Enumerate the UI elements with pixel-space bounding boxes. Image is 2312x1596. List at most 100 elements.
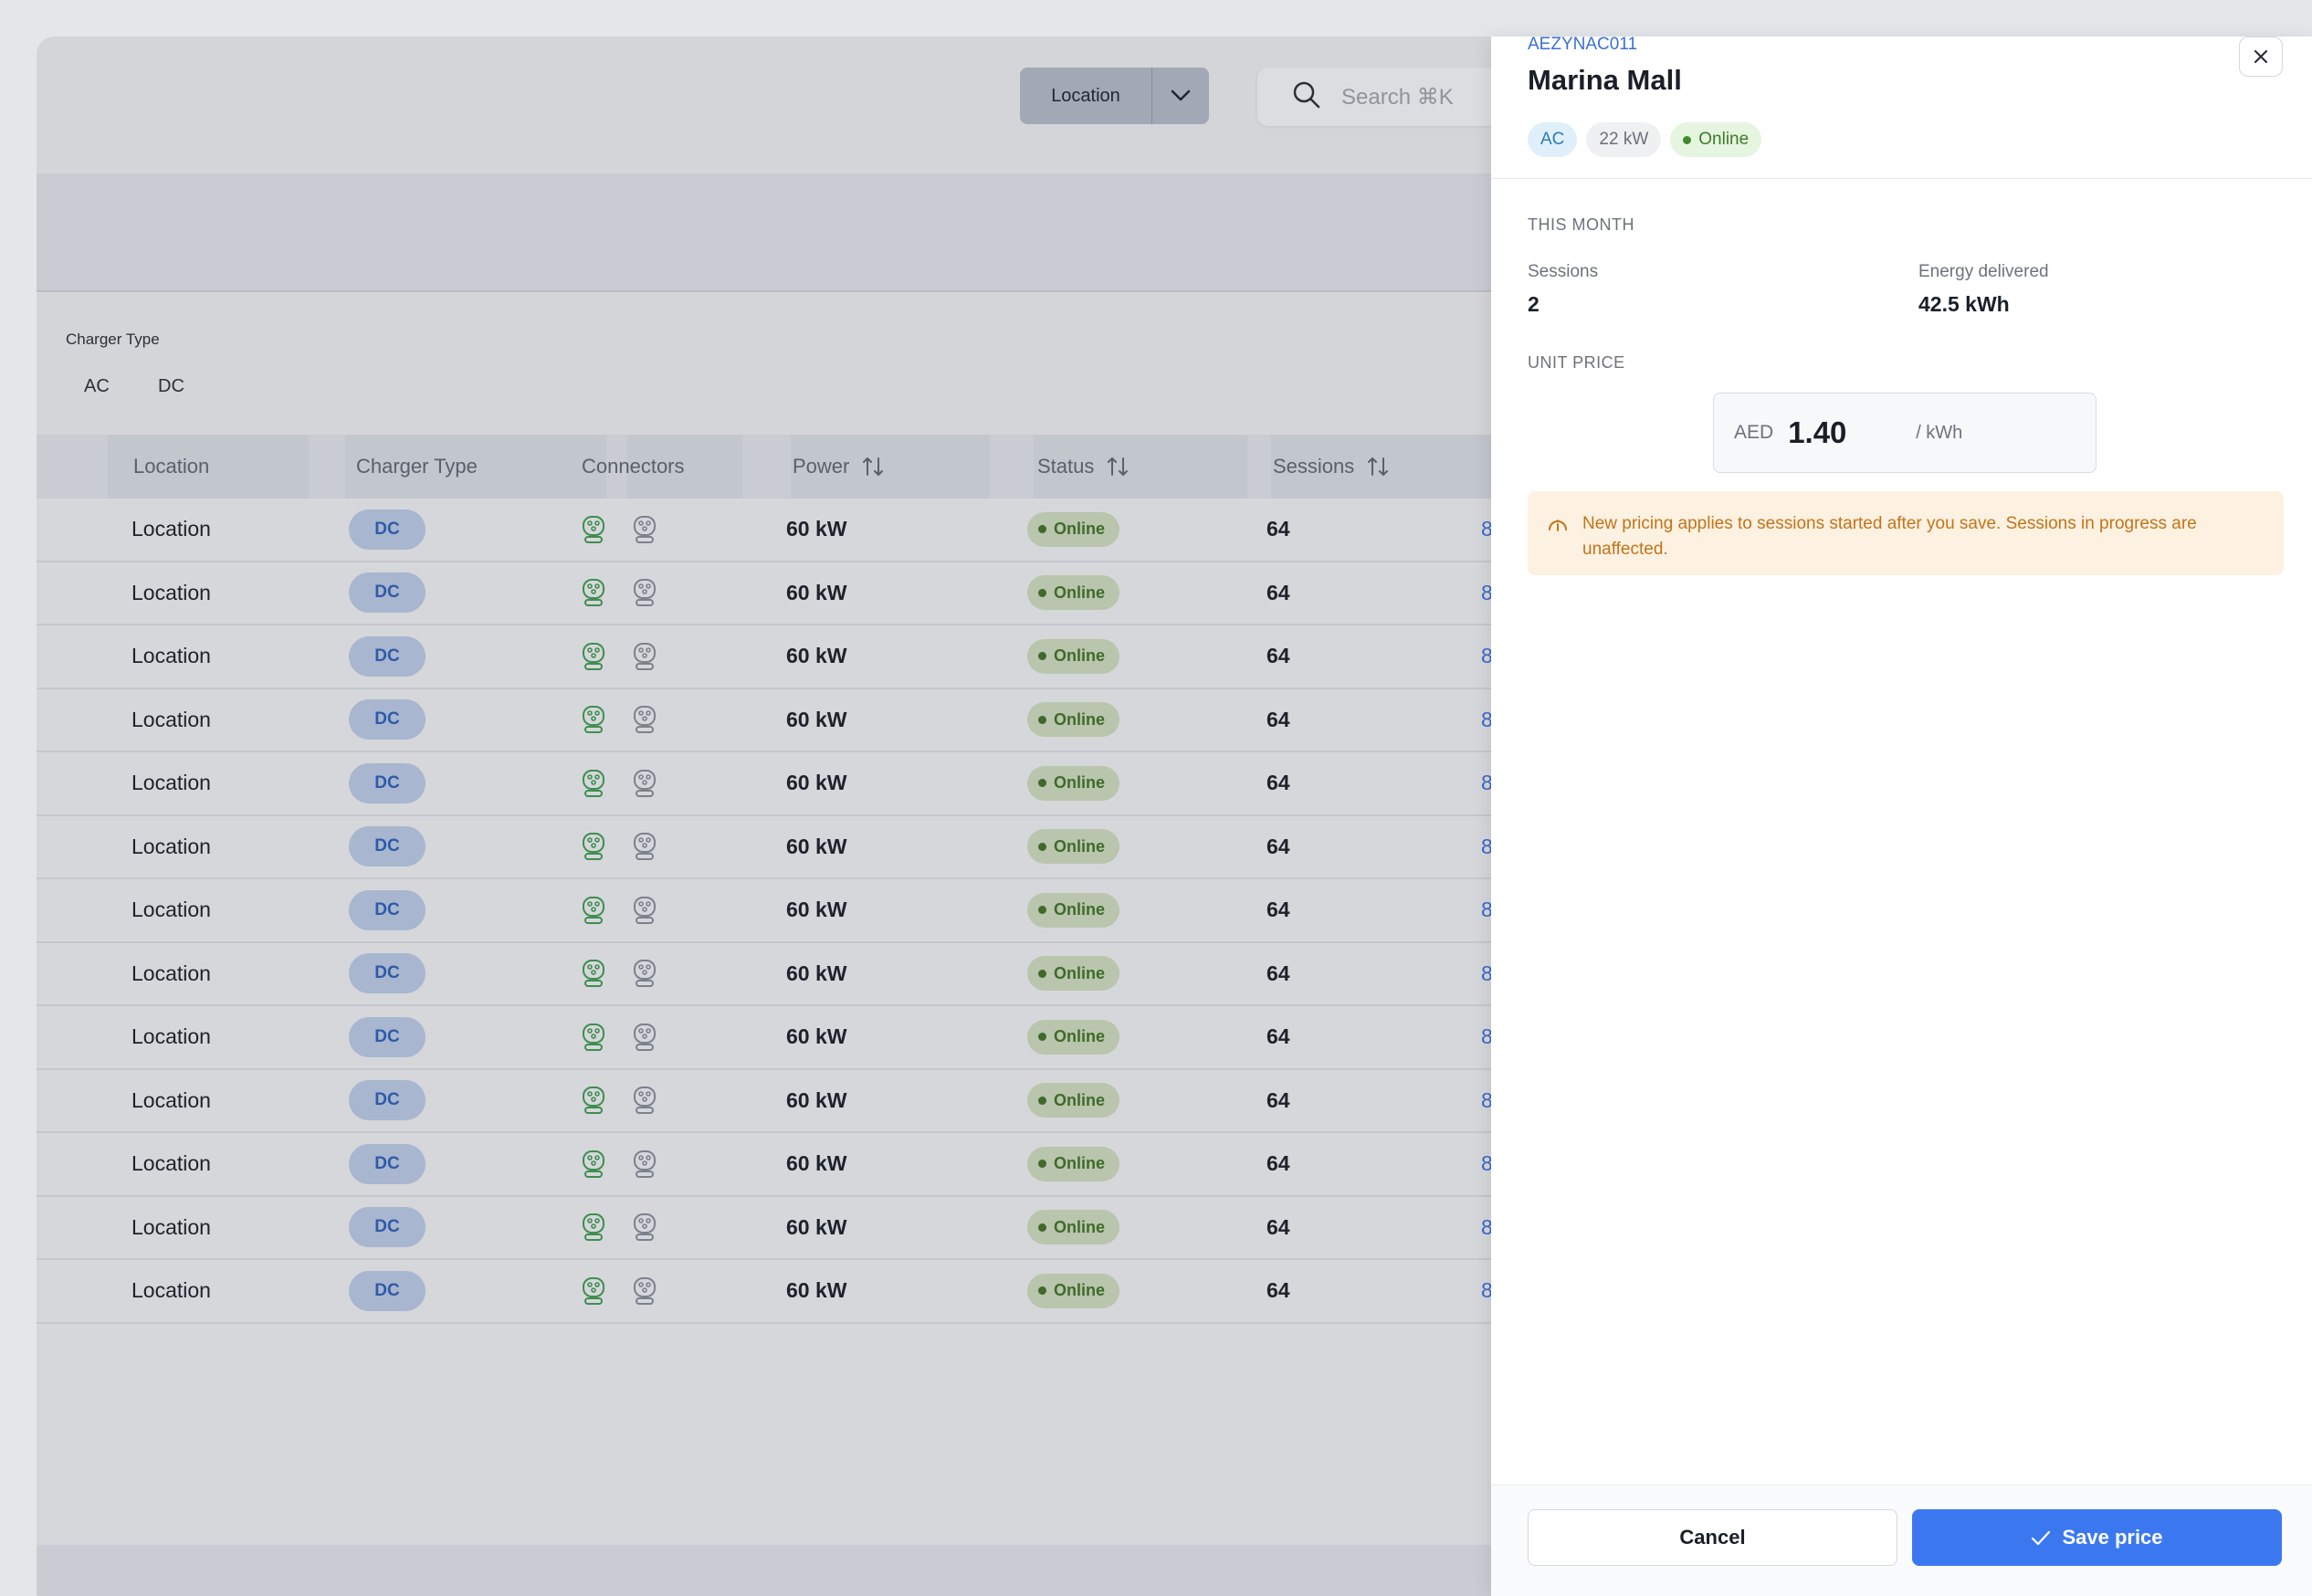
row-connectors xyxy=(580,1006,658,1067)
row-connectors xyxy=(580,689,658,751)
row-location: Location xyxy=(131,1024,211,1048)
charger-type-badge: DC xyxy=(349,762,426,803)
status-badge-label: Online xyxy=(1054,963,1106,982)
connector-idle-icon xyxy=(634,1087,656,1114)
status-badge: Online xyxy=(1027,892,1120,928)
row-charger-type: DC xyxy=(349,499,426,560)
row-charger-type: DC xyxy=(349,625,426,687)
connector-idle-icon xyxy=(634,1150,656,1178)
row-status: Online xyxy=(1027,499,1120,560)
connector-idle-icon xyxy=(634,1276,656,1305)
row-sessions: 64 xyxy=(1266,771,1290,794)
column-header-power-label: Power xyxy=(793,455,850,478)
row-location: Location xyxy=(131,1278,211,1302)
search-input[interactable]: Search ⌘K xyxy=(1257,68,1531,126)
cancel-button[interactable]: Cancel xyxy=(1528,1509,1897,1566)
row-sessions: 64 xyxy=(1266,1151,1290,1175)
row-location: Location xyxy=(131,771,211,794)
row-sessions: 64 xyxy=(1266,1087,1290,1112)
status-badge: Online xyxy=(1027,1273,1120,1308)
close-icon xyxy=(2254,49,2268,64)
row-sessions: 64 xyxy=(1266,517,1290,541)
close-button[interactable] xyxy=(2239,37,2283,77)
currency-label: AED xyxy=(1734,422,1774,443)
connector-available-icon xyxy=(583,833,604,860)
row-status: Online xyxy=(1027,689,1120,751)
this-month-heading: THIS MONTH xyxy=(1528,215,1634,234)
status-badge: Online xyxy=(1027,511,1120,547)
row-charger-type: DC xyxy=(349,816,426,877)
status-badge: Online xyxy=(1027,1146,1120,1181)
row-location: Location xyxy=(131,707,211,731)
connector-idle-icon xyxy=(634,1023,656,1051)
row-connectors xyxy=(580,1197,658,1258)
connector-available-icon xyxy=(583,896,604,924)
unit-price-heading: UNIT PRICE xyxy=(1528,353,1625,372)
row-charger-type: DC xyxy=(349,879,426,940)
column-header-charger-type[interactable]: Charger Type xyxy=(356,435,478,499)
status-badge-label: Online xyxy=(1054,1027,1106,1045)
row-connectors xyxy=(580,752,658,814)
row-charger-type: DC xyxy=(349,1197,426,1258)
row-sessions: 64 xyxy=(1266,834,1290,858)
charger-type-badge: DC xyxy=(349,1270,426,1311)
sort-icon[interactable] xyxy=(1107,455,1129,478)
sort-icon[interactable] xyxy=(1367,455,1389,478)
connector-idle-icon xyxy=(634,642,656,670)
column-header-connectors: Connectors xyxy=(582,455,685,478)
row-sessions: 64 xyxy=(1266,707,1290,731)
column-header-status[interactable]: Status xyxy=(1037,435,1129,499)
status-badge: Online xyxy=(1027,956,1120,991)
filter-option-ac[interactable]: AC xyxy=(84,376,110,397)
row-status: Online xyxy=(1027,625,1120,687)
location-select[interactable]: Location xyxy=(1020,68,1209,124)
connector-idle-icon xyxy=(634,515,656,543)
row-status: Online xyxy=(1027,1260,1120,1321)
sessions-value: 2 xyxy=(1528,292,1540,316)
save-price-button[interactable]: Save price xyxy=(1912,1509,2282,1566)
sort-icon[interactable] xyxy=(862,455,884,478)
charger-type-badge: DC xyxy=(349,1016,426,1057)
row-charger-type: DC xyxy=(349,1260,426,1321)
chevron-down-icon[interactable] xyxy=(1152,89,1209,102)
status-badge: Online xyxy=(1027,1210,1120,1244)
status-dot-icon xyxy=(1038,1223,1046,1232)
row-location: Location xyxy=(131,1214,211,1239)
connector-idle-icon xyxy=(634,833,656,860)
connector-idle-icon xyxy=(634,1213,656,1241)
column-header-sessions[interactable]: Sessions xyxy=(1273,435,1389,499)
row-status: Online xyxy=(1027,1070,1120,1131)
row-sessions: 64 xyxy=(1266,580,1290,604)
sessions-label: Sessions xyxy=(1528,262,1599,281)
check-icon xyxy=(2032,1530,2051,1546)
column-header-location[interactable]: Location xyxy=(133,435,209,499)
status-dot-icon xyxy=(1038,588,1046,597)
status-badge: Online xyxy=(1027,765,1120,801)
price-value[interactable]: 1.40 xyxy=(1788,415,1916,450)
filter-option-dc[interactable]: DC xyxy=(158,376,184,397)
row-status: Online xyxy=(1027,1197,1120,1258)
filter-title: Charger Type xyxy=(66,331,160,348)
row-power: 60 kW xyxy=(786,644,847,667)
power-tag: 22 kW xyxy=(1586,122,1662,157)
charger-detail-drawer: AEZYNAC011 Marina Mall AC 22 kW Online T… xyxy=(1491,35,2312,1596)
status-badge-label: Online xyxy=(1054,836,1106,856)
connector-available-icon xyxy=(583,706,604,733)
status-badge: Online xyxy=(1027,1019,1120,1055)
row-sessions: 64 xyxy=(1266,1024,1290,1048)
pricing-notice-text: New pricing applies to sessions started … xyxy=(1582,514,2197,559)
charger-type-badge: DC xyxy=(349,509,426,550)
connector-available-icon xyxy=(583,1087,604,1114)
row-connectors xyxy=(580,562,658,624)
status-badge-label: Online xyxy=(1054,773,1106,792)
row-location: Location xyxy=(131,517,211,541)
row-power: 60 kW xyxy=(786,1024,847,1048)
row-location: Location xyxy=(131,834,211,858)
connector-available-icon xyxy=(583,1150,604,1178)
status-dot-icon xyxy=(1038,715,1046,724)
row-charger-type: DC xyxy=(349,1070,426,1131)
unit-price-input[interactable]: AED 1.40 / kWh xyxy=(1713,393,2097,473)
row-charger-type: DC xyxy=(349,943,426,1004)
column-header-power[interactable]: Power xyxy=(793,435,884,499)
row-power: 60 kW xyxy=(786,1214,847,1239)
